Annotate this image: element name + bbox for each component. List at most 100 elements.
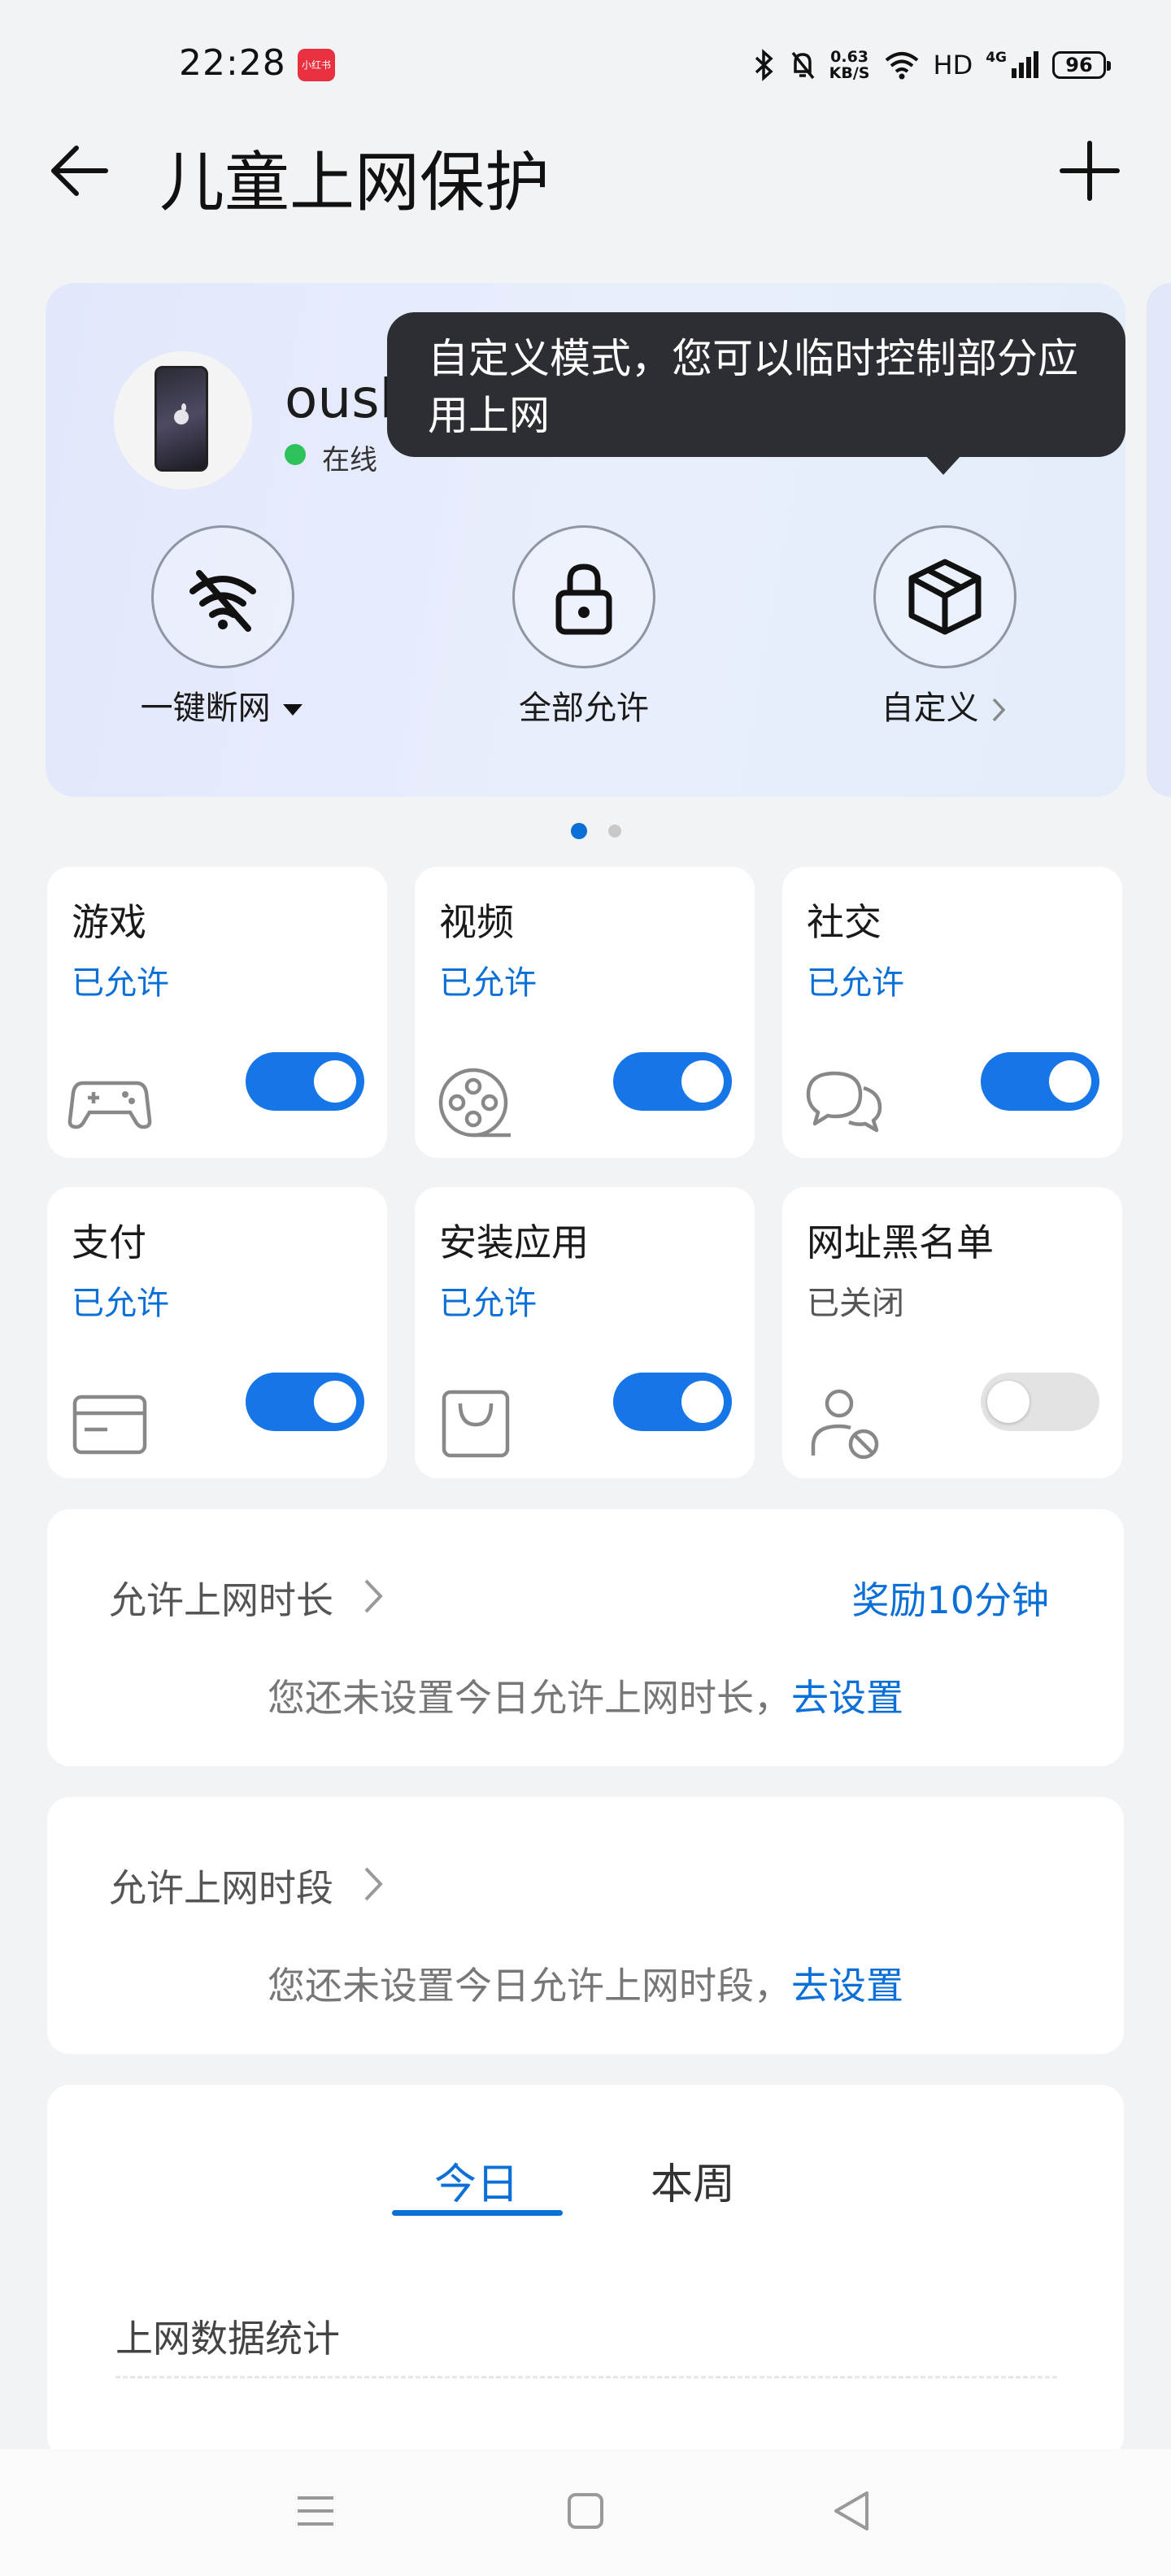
online-status-text: 在线: [322, 444, 377, 476]
iphone-image: [155, 366, 208, 472]
tab-this-week[interactable]: 本周: [612, 2150, 774, 2211]
hd-indicator: HD: [933, 50, 973, 80]
allow-all-label[interactable]: 全部允许: [454, 681, 714, 729]
allow-all-button[interactable]: [512, 525, 655, 668]
category-tile-install-apps[interactable]: 安装应用 已允许: [415, 1187, 755, 1478]
home-square-icon: [568, 2493, 603, 2529]
online-status-dot: [285, 444, 306, 465]
arrow-left-icon: [51, 146, 108, 196]
xiaohongshu-notification-icon: 小红书: [298, 49, 335, 81]
disconnect-all-button[interactable]: [151, 525, 294, 668]
stats-divider: [115, 2376, 1057, 2378]
category-status: 已允许: [72, 964, 169, 1002]
status-icons: 0.63 KB/S HD 4G 96: [753, 46, 1111, 85]
allowed-period-card: 允许上网时段 您还未设置今日允许上网时段，去设置: [47, 1797, 1124, 2054]
category-title: 网址黑名单: [807, 1221, 994, 1264]
payment-toggle[interactable]: [246, 1373, 364, 1431]
url-blacklist-toggle[interactable]: [981, 1373, 1099, 1431]
lock-icon: [555, 564, 612, 635]
chat-bubbles-icon: [806, 1071, 882, 1133]
page-title: 儿童上网保护: [159, 145, 550, 220]
category-tile-video[interactable]: 视频 已允许: [415, 867, 755, 1158]
next-device-card[interactable]: [1147, 283, 1171, 797]
bell-muted-icon: [791, 51, 815, 80]
category-tile-url-blacklist[interactable]: 网址黑名单 已关闭: [782, 1187, 1122, 1478]
video-toggle[interactable]: [613, 1052, 732, 1111]
status-time: 22:28: [179, 42, 286, 84]
stats-title: 上网数据统计: [115, 2317, 340, 2361]
system-back-button[interactable]: [829, 2488, 875, 2534]
allowed-period-title[interactable]: 允许上网时段: [109, 1859, 333, 1912]
pager-dot: [608, 825, 621, 838]
apple-logo-icon: [174, 403, 189, 424]
network-type-label: 4G: [986, 50, 1007, 66]
category-title: 视频: [439, 900, 514, 944]
allowed-duration-card: 允许上网时长 奖励10分钟 您还未设置今日允许上网时长，去设置: [47, 1509, 1124, 1766]
category-title: 安装应用: [439, 1221, 589, 1264]
cube-icon: [908, 559, 982, 635]
signal-icon: [1012, 51, 1038, 78]
games-toggle[interactable]: [246, 1052, 364, 1111]
wifi-off-icon: [189, 570, 256, 632]
allowed-duration-title[interactable]: 允许上网时长: [109, 1571, 333, 1625]
social-toggle[interactable]: [981, 1052, 1099, 1111]
tab-today[interactable]: 今日: [395, 2150, 558, 2211]
chevron-right-icon[interactable]: [358, 1576, 390, 1617]
category-status: 已允许: [439, 1285, 537, 1322]
menu-icon: [298, 2496, 333, 2526]
card-icon: [72, 1395, 147, 1455]
set-period-link[interactable]: 去设置: [791, 1964, 903, 2008]
toggle-knob: [681, 1381, 724, 1423]
category-status: 已允许: [439, 964, 537, 1002]
allowed-period-hint: 您还未设置今日允许上网时段，: [268, 1964, 791, 2008]
network-speed-unit: KB/S: [829, 64, 870, 82]
install-apps-toggle[interactable]: [613, 1373, 732, 1431]
custom-mode-tooltip: 自定义模式，您可以临时控制部分应用上网: [387, 312, 1125, 457]
network-speed-value: 0.63: [830, 48, 869, 66]
back-button[interactable]: [46, 137, 114, 205]
custom-mode-button[interactable]: [873, 525, 1016, 668]
shopping-bag-icon: [442, 1390, 510, 1458]
toggle-knob: [314, 1381, 356, 1423]
category-status: 已允许: [807, 964, 904, 1002]
home-button[interactable]: [564, 2490, 607, 2532]
film-reel-icon: [438, 1068, 511, 1138]
category-status: 已允许: [72, 1285, 169, 1322]
dropdown-triangle-icon: [283, 704, 303, 716]
network-speed: 0.63 KB/S: [829, 49, 870, 81]
allowed-period-message: 您还未设置今日允许上网时段，去设置: [47, 1956, 1124, 2010]
toggle-knob: [314, 1060, 356, 1103]
custom-mode-label[interactable]: 自定义: [815, 681, 1075, 729]
reward-10-min-button[interactable]: 奖励10分钟: [851, 1571, 1049, 1625]
active-tab-indicator: [392, 2210, 563, 2216]
category-title: 社交: [807, 900, 882, 944]
pager-dot-active: [571, 823, 587, 839]
allowed-duration-hint: 您还未设置今日允许上网时长，: [268, 1676, 791, 1720]
toggle-knob: [681, 1060, 724, 1103]
gamepad-icon: [67, 1081, 152, 1129]
custom-mode-text: 自定义: [881, 690, 979, 727]
disconnect-all-label[interactable]: 一键断网: [93, 681, 353, 729]
add-device-button[interactable]: [1054, 135, 1125, 207]
disconnect-all-text: 一键断网: [140, 690, 271, 727]
chevron-right-icon[interactable]: [358, 1864, 390, 1904]
network-type: 4G: [986, 50, 1039, 80]
back-triangle-icon: [834, 2491, 868, 2530]
bluetooth-icon: [755, 49, 773, 81]
user-blocked-icon: [811, 1389, 879, 1460]
plus-icon: [1060, 141, 1120, 201]
set-duration-link[interactable]: 去设置: [791, 1676, 903, 1720]
toggle-knob: [987, 1381, 1030, 1423]
allowed-duration-message: 您还未设置今日允许上网时长，去设置: [47, 1669, 1124, 1722]
toggle-knob: [1049, 1060, 1091, 1103]
category-status: 已关闭: [807, 1285, 904, 1322]
battery-indicator: 96: [1052, 51, 1111, 79]
category-title: 游戏: [72, 900, 146, 944]
recent-apps-button[interactable]: [294, 2490, 337, 2532]
tooltip-arrow: [925, 455, 961, 475]
category-tile-games[interactable]: 游戏 已允许: [47, 867, 387, 1158]
wifi-icon: [885, 52, 918, 80]
chevron-right-icon: [993, 698, 1006, 722]
category-tile-payment[interactable]: 支付 已允许: [47, 1187, 387, 1478]
category-tile-social[interactable]: 社交 已允许: [782, 867, 1122, 1158]
